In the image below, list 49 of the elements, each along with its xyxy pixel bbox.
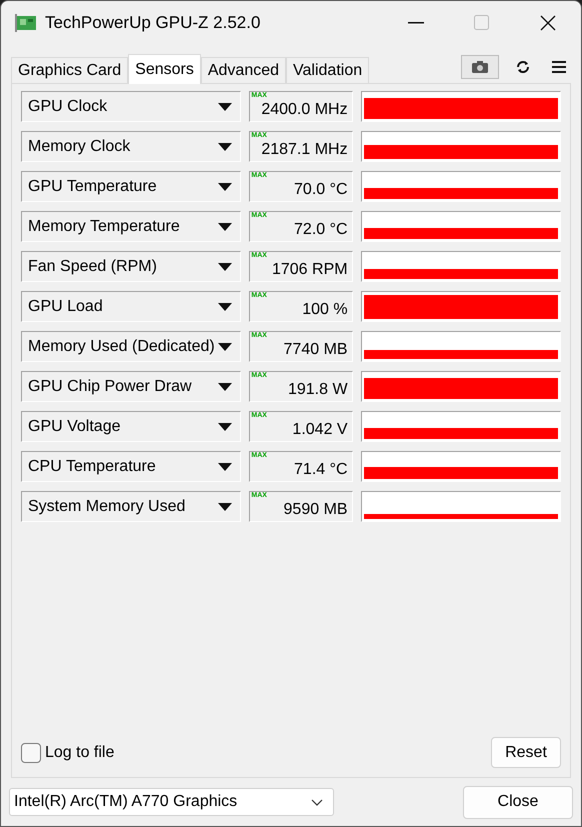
sensor-dropdown[interactable]: GPU Voltage — [21, 411, 242, 442]
reset-button[interactable]: Reset — [491, 737, 561, 768]
sensor-value: 7740 MB — [284, 340, 348, 358]
dropdown-arrow-icon — [218, 222, 232, 230]
camera-button[interactable] — [461, 55, 499, 79]
tab[interactable]: Sensors — [128, 54, 201, 84]
graphics-card-icon — [15, 14, 37, 32]
tab[interactable]: Validation — [286, 57, 370, 83]
window-title: TechPowerUp GPU-Z 2.52.0 — [45, 12, 260, 34]
dropdown-arrow-icon — [218, 422, 232, 430]
sensor-value: 9590 MB — [284, 500, 348, 518]
sensor-value: 2187.1 MHz — [261, 140, 348, 158]
sensor-dropdown[interactable]: Fan Speed (RPM) — [21, 251, 242, 282]
sensor-value: 70.0 °C — [294, 180, 348, 198]
sensor-dropdown[interactable]: GPU Load — [21, 291, 242, 322]
dropdown-arrow-icon — [218, 382, 232, 390]
dropdown-arrow-icon — [218, 182, 232, 190]
sensor-dropdown[interactable]: GPU Chip Power Draw — [21, 371, 242, 402]
sensor-value: 1.042 V — [292, 420, 348, 438]
dropdown-arrow-icon — [218, 142, 232, 150]
maximize-icon — [474, 15, 490, 31]
sensor-value: 1706 RPM — [272, 260, 348, 278]
sensor-value: 100 % — [302, 300, 348, 318]
sensor-dropdown[interactable]: Memory Clock — [21, 131, 242, 162]
chevron-down-icon — [311, 798, 323, 806]
sensor-value: 71.4 °C — [294, 460, 348, 478]
sensor-dropdown[interactable]: CPU Temperature — [21, 451, 242, 482]
tab[interactable]: Advanced — [200, 57, 286, 83]
sensor-dropdown[interactable]: GPU Temperature — [21, 171, 242, 202]
tab[interactable]: Graphics Card — [11, 57, 128, 83]
sensor-dropdown[interactable]: Memory Temperature — [21, 211, 242, 242]
dropdown-arrow-icon — [218, 262, 232, 270]
dropdown-arrow-icon — [218, 302, 232, 310]
sensor-dropdown[interactable]: Memory Used (Dedicated) — [21, 331, 242, 362]
sensor-value: 72.0 °C — [294, 220, 348, 238]
device-select[interactable]: Intel(R) Arc(TM) A770 Graphics — [9, 788, 334, 816]
camera-icon — [472, 61, 488, 73]
sensor-dropdown[interactable]: System Memory Used — [21, 491, 242, 522]
close-button[interactable]: Close — [463, 786, 573, 818]
dropdown-arrow-icon — [218, 342, 232, 350]
sensor-dropdown[interactable]: GPU Clock — [21, 91, 242, 122]
dropdown-arrow-icon — [218, 502, 232, 510]
sensor-value: 2400.0 MHz — [261, 100, 348, 118]
dropdown-arrow-icon — [218, 462, 232, 470]
log-to-file-label: Log to file — [45, 742, 114, 762]
dropdown-arrow-icon — [218, 102, 232, 110]
log-checkbox[interactable] — [21, 742, 41, 762]
sensor-value: 191.8 W — [288, 380, 348, 398]
minimize-icon — [408, 22, 424, 24]
